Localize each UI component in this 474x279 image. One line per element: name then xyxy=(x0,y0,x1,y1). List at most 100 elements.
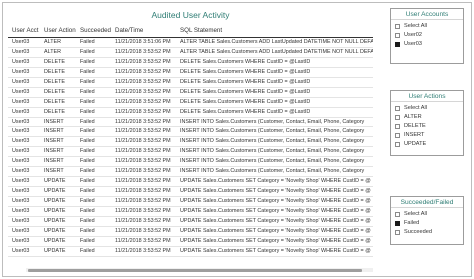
cell-user-acct: User03 xyxy=(12,237,30,244)
cell-user-acct: User03 xyxy=(12,178,30,185)
cell-succeeded: Failed xyxy=(80,138,95,145)
slicer-item-update[interactable]: UPDATE xyxy=(391,140,463,149)
checkbox-icon[interactable] xyxy=(395,133,400,138)
cell-user-acct: User03 xyxy=(12,98,30,105)
cell-date-time: 11/21/2018 3:53:52 PM xyxy=(115,217,171,224)
col-header-succeeded[interactable]: Succeeded xyxy=(80,24,114,38)
slicer-item-select-all[interactable]: Select All xyxy=(391,210,463,219)
checkbox-icon[interactable] xyxy=(395,124,400,129)
cell-date-time: 11/21/2018 3:53:52 PM xyxy=(115,178,171,185)
cell-user-action: INSERT xyxy=(44,168,64,175)
table-row[interactable]: User03 DELETE Failed 11/21/2018 3:53:52 PM D… xyxy=(8,68,373,78)
table-row[interactable]: User03 UPDATE Failed 11/21/2018 3:53:52 PM U… xyxy=(8,177,373,188)
cell-succeeded: Failed xyxy=(80,68,95,75)
table-row[interactable]: User03 INSERT Failed 11/21/2018 3:53:52 PM I… xyxy=(8,137,373,148)
table-row[interactable]: User03 UPDATE Failed 11/21/2018 3:53:52 PM U… xyxy=(8,217,373,227)
cell-date-time: 11/21/2018 3:53:52 PM xyxy=(115,88,171,95)
slicer-item-label: DELETE xyxy=(404,123,426,129)
cell-date-time: 11/21/2018 3:53:52 PM xyxy=(115,68,171,75)
table-row[interactable]: User03 UPDATE Failed 11/21/2018 3:53:52 PM U… xyxy=(8,227,373,237)
table-row[interactable]: User03 UPDATE Failed 11/21/2018 3:53:52 PM U… xyxy=(8,187,373,197)
table-row[interactable]: User03 INSERT Failed 11/21/2018 3:53:52 PM I… xyxy=(8,167,373,178)
table-title: Audited User Activity xyxy=(151,10,230,20)
cell-user-action: UPDATE xyxy=(44,198,66,204)
cell-user-action: ALTER xyxy=(44,39,61,45)
table-row[interactable]: User03 DELETE Failed 11/21/2018 3:53:52 PM D… xyxy=(8,98,373,108)
cell-sql-statement: UPDATE Sales.Customers SET Category = 'N… xyxy=(180,237,371,244)
cell-date-time: 11/21/2018 3:53:52 PM xyxy=(115,198,171,204)
cell-date-time: 11/21/2018 3:53:52 PM xyxy=(115,227,171,234)
cell-sql-statement: DELETE Sales.Customers WHERE CustID = @L… xyxy=(180,58,311,65)
checkbox-checked-icon[interactable] xyxy=(395,42,400,47)
checkbox-icon[interactable] xyxy=(395,230,400,235)
slicer-item-list: Select All ALTER DELETE INSERT UPDATE xyxy=(391,102,463,149)
table-row[interactable]: User03 UPDATE Failed 11/21/2018 3:53:52 PM U… xyxy=(8,207,373,217)
col-header-date-time[interactable]: Date/Time xyxy=(115,24,178,38)
slicer-item-label: Failed xyxy=(404,220,420,226)
scrollbar-thumb[interactable] xyxy=(28,268,362,272)
slicer-item-user02[interactable]: User02 xyxy=(391,31,463,40)
checkbox-icon[interactable] xyxy=(395,115,400,120)
cell-sql-statement: UPDATE Sales.Customers SET Category = 'N… xyxy=(180,247,371,254)
slicer-item-label: INSERT xyxy=(404,132,425,138)
table-row[interactable]: User03 DELETE Failed 11/21/2018 3:53:52 PM D… xyxy=(8,58,373,68)
col-header-sql-statement[interactable]: SQL Statement xyxy=(180,24,373,38)
table-row[interactable]: User03 DELETE Failed 11/21/2018 3:53:52 PM D… xyxy=(8,78,373,88)
cell-date-time: 11/21/2018 3:53:52 PM xyxy=(115,237,171,244)
checkbox-checked-icon[interactable] xyxy=(395,221,400,226)
cell-date-time: 11/21/2018 3:53:52 PM xyxy=(115,108,171,115)
cell-sql-statement: UPDATE Sales.Customers SET Category = 'N… xyxy=(180,178,371,185)
table-row[interactable]: User03 ALTER Failed 11/21/2018 3:53:52 PM AL… xyxy=(8,48,373,58)
table-row[interactable]: User03 DELETE Failed 11/21/2018 3:53:52 PM D… xyxy=(8,88,373,98)
slicer-item-delete[interactable]: DELETE xyxy=(391,122,463,131)
cell-user-action: DELETE xyxy=(44,68,65,75)
col-header-user-acct[interactable]: User Acct xyxy=(12,24,42,38)
checkbox-icon[interactable] xyxy=(395,212,400,217)
slicer-item-succeeded[interactable]: Succeeded xyxy=(391,228,463,237)
slicer-item-failed[interactable]: Failed xyxy=(391,219,463,228)
cell-sql-statement: UPDATE Sales.Customers SET Category = 'N… xyxy=(180,188,371,195)
table-row[interactable]: User03 INSERT Failed 11/21/2018 3:53:52 PM I… xyxy=(8,127,373,138)
checkbox-icon[interactable] xyxy=(395,24,400,29)
slicer-item-insert[interactable]: INSERT xyxy=(391,131,463,140)
table-row[interactable]: User03 UPDATE Failed 11/21/2018 3:53:52 PM U… xyxy=(8,197,373,207)
table-row[interactable]: User03 ALTER Failed 11/21/2018 3:51:06 PM AL… xyxy=(8,38,373,48)
slicer-item-user03[interactable]: User03 xyxy=(391,40,463,49)
cell-user-action: DELETE xyxy=(44,58,65,65)
checkbox-icon[interactable] xyxy=(395,33,400,38)
cell-succeeded: Failed xyxy=(80,247,95,254)
table-row[interactable]: User03 INSERT Failed 11/21/2018 3:53:52 PM I… xyxy=(8,157,373,168)
table-row[interactable]: User03 INSERT Failed 11/21/2018 3:53:52 PM I… xyxy=(8,147,373,158)
table-row[interactable]: User03 INSERT Failed 11/21/2018 3:53:52 PM I… xyxy=(8,118,373,128)
cell-date-time: 11/21/2018 3:53:52 PM xyxy=(115,148,171,155)
col-header-user-action[interactable]: User Action xyxy=(44,24,78,38)
checkbox-icon[interactable] xyxy=(395,106,400,111)
table-row[interactable]: User03 UPDATE Failed 11/21/2018 3:53:52 PM U… xyxy=(8,237,373,247)
cell-sql-statement: UPDATE Sales.Customers SET Category = 'N… xyxy=(180,207,371,214)
table-row[interactable]: User03 UPDATE Failed 11/21/2018 3:53:52 PM U… xyxy=(8,247,373,257)
cell-succeeded: Failed xyxy=(80,118,95,125)
horizontal-scrollbar[interactable] xyxy=(26,268,373,272)
cell-user-acct: User03 xyxy=(12,39,30,45)
cell-date-time: 11/21/2018 3:51:06 PM xyxy=(115,39,171,45)
cell-succeeded: Failed xyxy=(80,98,95,105)
cell-user-acct: User03 xyxy=(12,168,30,175)
cell-date-time: 11/21/2018 3:53:52 PM xyxy=(115,48,171,55)
cell-sql-statement: ALTER TABLE Sales.Customers ADD LastUpda… xyxy=(180,39,373,45)
cell-sql-statement: INSERT INTO Sales.Customers (Customer, C… xyxy=(180,158,365,165)
cell-date-time: 11/21/2018 3:53:52 PM xyxy=(115,128,171,135)
audit-table[interactable]: User Acct User Action Succeeded Date/Time SQ… xyxy=(8,24,373,268)
slicer-item-alter[interactable]: ALTER xyxy=(391,113,463,122)
table-row[interactable]: User03 DELETE Failed 11/21/2018 3:53:52 PM D… xyxy=(8,108,373,118)
cell-user-action: UPDATE xyxy=(44,247,66,254)
cell-date-time: 11/21/2018 3:53:52 PM xyxy=(115,247,171,254)
slicer-item-select-all[interactable]: Select All xyxy=(391,104,463,113)
cell-sql-statement: INSERT INTO Sales.Customers (Customer, C… xyxy=(180,148,365,155)
checkbox-icon[interactable] xyxy=(395,142,400,147)
cell-sql-statement: DELETE Sales.Customers WHERE CustID = @L… xyxy=(180,68,311,75)
cell-user-action: UPDATE xyxy=(44,207,66,214)
slicer-item-label: User03 xyxy=(404,41,423,47)
cell-user-acct: User03 xyxy=(12,88,30,95)
cell-user-acct: User03 xyxy=(12,138,30,145)
slicer-item-select-all[interactable]: Select All xyxy=(391,22,463,31)
